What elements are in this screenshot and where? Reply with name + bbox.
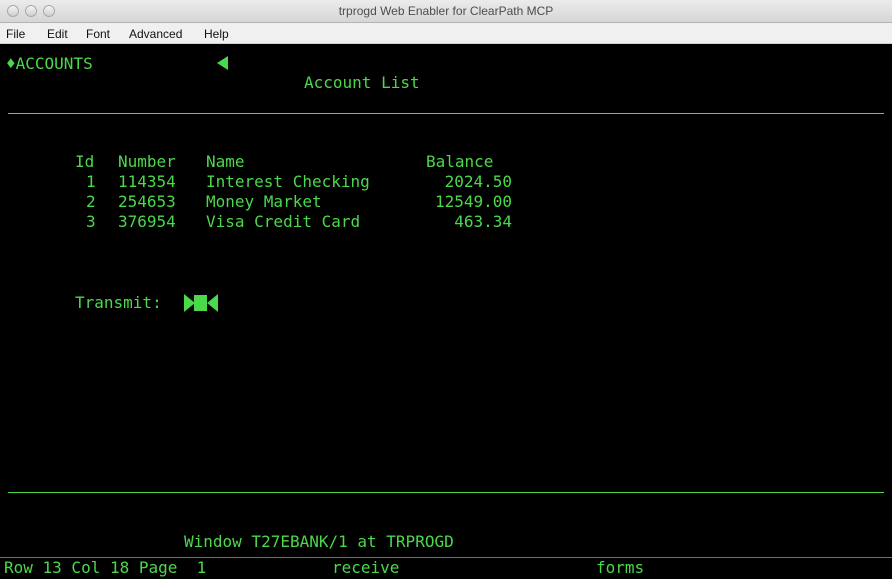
row-name: Interest Checking (206, 172, 370, 191)
transmit-block-icon (194, 295, 207, 311)
row-number: 376954 (118, 212, 176, 231)
terminal-screen[interactable]: ♦ACCOUNTS Account List Id Number Name Ba… (0, 44, 892, 557)
menu-edit[interactable]: Edit (47, 27, 68, 41)
row-id: 2 (86, 192, 96, 211)
row-id: 1 (86, 172, 96, 191)
menu-bar: File Edit Font Advanced Help (0, 23, 892, 44)
screen-heading: Account List (304, 73, 420, 92)
terminal-window: trprogd Web Enabler for ClearPath MCP Fi… (0, 0, 892, 579)
menu-file[interactable]: File (6, 27, 25, 41)
window-title: trprogd Web Enabler for ClearPath MCP (338, 4, 554, 18)
status-type: forms (596, 558, 645, 577)
transmit-left-arrow-icon (207, 294, 218, 312)
row-number: 254653 (118, 192, 176, 211)
status-line: Row 13 Col 18 Page 1 receive forms (0, 557, 892, 579)
transmit-right-arrow-icon (184, 294, 195, 312)
form-name-field: ♦ACCOUNTS (6, 54, 93, 73)
bottom-divider (8, 492, 884, 493)
column-header-balance: Balance (426, 152, 494, 171)
row-id: 3 (86, 212, 96, 231)
row-name: Visa Credit Card (206, 212, 361, 231)
cursor-position: Row 13 Col 18 Page 1 (4, 558, 207, 577)
transmit-button[interactable] (184, 294, 218, 312)
column-header-number: Number (118, 152, 176, 171)
menu-help[interactable]: Help (204, 27, 229, 41)
top-divider (8, 113, 884, 114)
row-number: 114354 (118, 172, 176, 191)
row-balance: 2024.50 (444, 172, 512, 191)
menu-font[interactable]: Font (86, 27, 110, 41)
title-bar: trprogd Web Enabler for ClearPath MCP (0, 0, 892, 23)
field-marker-icon (217, 56, 228, 70)
column-header-id: Id (75, 152, 95, 171)
status-mode: receive (332, 558, 400, 577)
window-info-line: Window T27EBANK/1 at TRPROGD (184, 532, 454, 551)
column-header-name: Name (206, 152, 245, 171)
row-balance: 463.34 (454, 212, 512, 231)
row-name: Money Market (206, 192, 322, 211)
row-balance: 12549.00 (434, 192, 512, 211)
transmit-label: Transmit: (75, 293, 162, 312)
menu-advanced[interactable]: Advanced (129, 27, 182, 41)
